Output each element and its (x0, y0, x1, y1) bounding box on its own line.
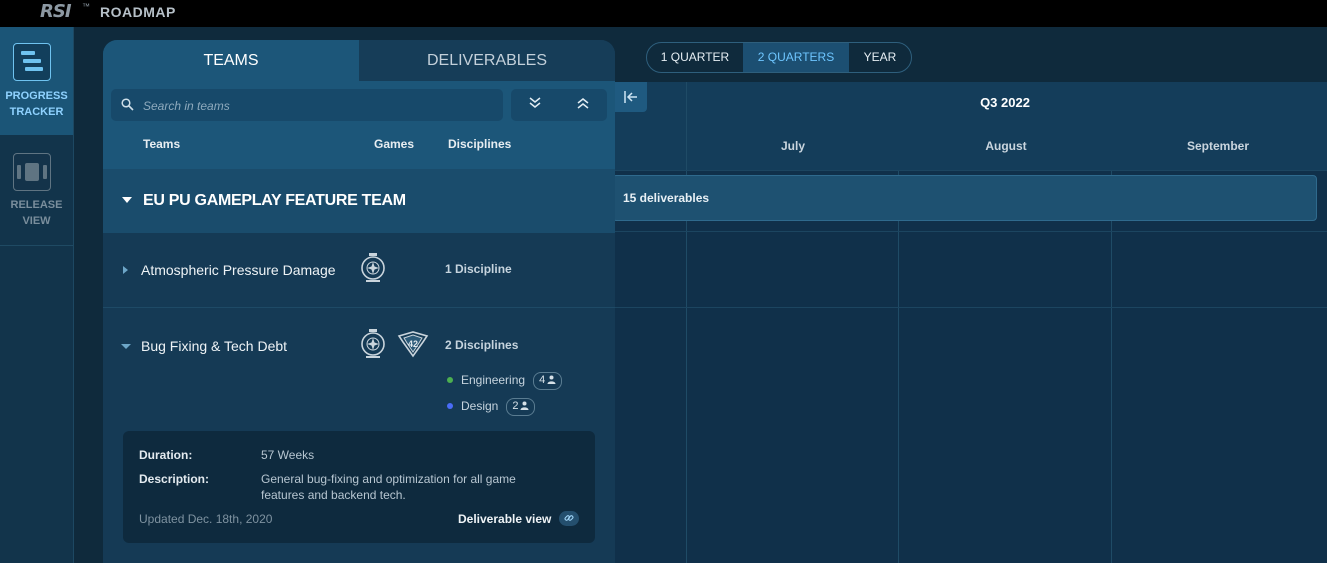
status-dot (447, 377, 453, 383)
rsi-logo[interactable]: RSI (40, 1, 72, 22)
team-group-row[interactable]: EU PU GAMEPLAY FEATURE TEAM (103, 169, 615, 233)
deliverable-view-link[interactable]: Deliverable view (458, 512, 551, 526)
zoom-1-quarter[interactable]: 1 QUARTER (647, 43, 743, 72)
caret-down-icon (122, 197, 132, 203)
svg-text:42: 42 (408, 339, 418, 349)
progress-tracker-icon (13, 43, 51, 81)
month-label: July (780, 139, 805, 153)
deliverable-view-button[interactable] (559, 511, 579, 526)
duration-label: Duration: (139, 448, 193, 462)
timeline-row-divider (615, 231, 1327, 232)
team-name: Bug Fixing & Tech Debt (141, 338, 288, 354)
column-header-games[interactable]: Games (374, 137, 414, 151)
top-bar: RSI ™ ROADMAP (0, 0, 1327, 27)
deliverables-count: 15 deliverables (623, 191, 710, 205)
timeline-row-divider (615, 170, 1327, 171)
timeline-col-divider (686, 82, 687, 563)
discipline-count: 1 Discipline (445, 262, 512, 276)
collapse-all-button[interactable] (559, 96, 607, 115)
rail-item-release-view[interactable]: RELEASE VIEW (0, 145, 73, 246)
expand-all-button[interactable] (511, 96, 559, 115)
search-box[interactable] (111, 89, 503, 121)
member-count-badge: 4 (533, 372, 563, 390)
squadron-42-game-icon: 42 (397, 331, 429, 358)
left-rail: PROGRESS TRACKER RELEASE VIEW (0, 27, 74, 563)
star-citizen-game-icon (361, 253, 385, 282)
timeline-row-divider (615, 307, 1327, 308)
caret-right-icon (123, 266, 128, 274)
zoom-year[interactable]: YEAR (849, 43, 911, 72)
rail-item-progress-tracker[interactable]: PROGRESS TRACKER (0, 27, 73, 135)
expand-collapse-group (511, 89, 607, 121)
release-view-icon (13, 153, 51, 191)
column-header-disciplines[interactable]: Disciplines (448, 137, 511, 151)
app-title: ROADMAP (100, 4, 176, 20)
tab-deliverables[interactable]: DELIVERABLES (359, 40, 615, 81)
tab-teams[interactable]: TEAMS (103, 40, 359, 81)
duration-value: 57 Weeks (261, 448, 315, 462)
double-chevron-up-icon (577, 98, 589, 109)
trademark-mark: ™ (82, 2, 90, 11)
double-chevron-down-icon (529, 97, 541, 108)
person-icon (520, 401, 529, 410)
rail-label-release: RELEASE VIEW (10, 199, 63, 227)
month-label: August (985, 139, 1027, 153)
person-icon (547, 375, 556, 384)
teams-panel: TEAMS DELIVERABLES Teams Games Disciplin… (103, 40, 615, 563)
timeline-col-divider (1111, 170, 1112, 563)
zoom-selector: 1 QUARTER 2 QUARTERS YEAR (646, 42, 912, 73)
search-input[interactable] (141, 95, 495, 117)
member-count-badge: 2 (506, 398, 536, 416)
rail-label-progress: PROGRESS TRACKER (5, 90, 68, 118)
team-details-card: Duration: 57 Weeks Description: General … (123, 431, 595, 543)
description-value: General bug-fixing and optimization for … (261, 472, 516, 502)
description-label: Description: (139, 472, 210, 486)
month-label: September (1186, 139, 1250, 153)
caret-down-icon (121, 344, 131, 349)
link-icon (564, 515, 574, 521)
status-dot (447, 403, 453, 409)
zoom-2-quarters[interactable]: 2 QUARTERS (743, 43, 849, 72)
quarter-label: Q3 2022 (980, 95, 1030, 110)
collapse-left-icon (624, 91, 637, 103)
team-name: Atmospheric Pressure Damage (141, 262, 336, 278)
discipline-engineering[interactable]: Engineering 4 (447, 372, 563, 390)
timeline-col-divider (898, 170, 899, 563)
search-icon (121, 98, 134, 111)
deliverables-summary-bar[interactable]: 15 deliverables (612, 175, 1317, 221)
updated-date: Updated Dec. 18th, 2020 (139, 512, 273, 526)
discipline-design[interactable]: Design 2 (447, 398, 536, 416)
group-title: EU PU GAMEPLAY FEATURE TEAM (143, 192, 406, 209)
star-citizen-game-icon (361, 329, 385, 358)
column-header-teams[interactable]: Teams (143, 137, 180, 151)
team-row[interactable]: Atmospheric Pressure Damage 1 Discipline (103, 233, 615, 308)
collapse-panel-button[interactable] (615, 82, 647, 112)
discipline-count: 2 Disciplines (445, 338, 519, 352)
